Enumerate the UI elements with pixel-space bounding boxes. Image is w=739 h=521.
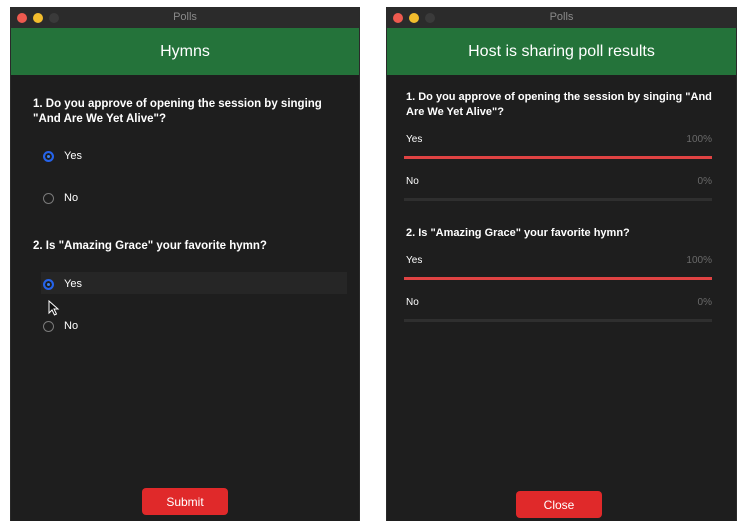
radio-selected-icon[interactable] [43, 278, 54, 290]
question-2-option-yes[interactable]: Yes [43, 278, 82, 290]
result-bar-fill [404, 156, 712, 159]
result-bar-track [404, 319, 712, 322]
question-1-text: 1. Do you approve of opening the session… [33, 98, 322, 125]
result-row: No 0% [404, 176, 712, 206]
radio-selected-icon[interactable] [43, 150, 54, 162]
submit-button[interactable]: Submit [142, 488, 228, 515]
window-title: Polls [549, 11, 574, 23]
poll-title: Hymns [11, 28, 359, 75]
question-1-option-yes[interactable]: Yes [43, 150, 82, 162]
poll-window: Polls Hymns 1. Do you approve of opening… [11, 8, 359, 521]
question-1-text: 1. Do you approve of opening the session… [406, 91, 712, 118]
close-button[interactable]: Close [516, 491, 602, 518]
result-percent: 100% [686, 134, 712, 145]
result-bar-fill [404, 277, 712, 280]
question-2-option-no[interactable]: No [43, 320, 78, 332]
mouse-cursor-icon [48, 300, 60, 316]
result-row: No 0% [404, 297, 712, 327]
option-label: No [64, 192, 79, 204]
title-bar: Polls [11, 8, 359, 28]
question-2-text: 2. Is "Amazing Grace" your favorite hymn… [33, 240, 267, 252]
option-label: Yes [64, 150, 82, 162]
result-label: Yes [406, 255, 423, 266]
title-bar: Polls [387, 8, 736, 28]
option-label: No [64, 320, 79, 332]
result-label: No [406, 176, 419, 187]
result-percent: 100% [686, 255, 712, 266]
result-percent: 0% [697, 297, 712, 308]
poll-results-window: Polls Host is sharing poll results 1. Do… [387, 8, 736, 521]
result-label: Yes [406, 134, 423, 145]
result-bar-track [404, 198, 712, 201]
result-row: Yes 100% [404, 255, 712, 285]
radio-unselected-icon[interactable] [43, 320, 54, 332]
window-title: Polls [173, 11, 197, 23]
option-hover-highlight [41, 272, 347, 294]
question-2-text: 2. Is "Amazing Grace" your favorite hymn… [406, 227, 630, 239]
results-title: Host is sharing poll results [387, 28, 736, 75]
radio-unselected-icon[interactable] [43, 192, 54, 204]
question-1-option-no[interactable]: No [43, 192, 78, 204]
result-row: Yes 100% [404, 134, 712, 164]
result-bar-track [404, 156, 712, 159]
result-percent: 0% [697, 176, 712, 187]
result-bar-track [404, 277, 712, 280]
result-label: No [406, 297, 419, 308]
option-label: Yes [64, 278, 82, 290]
